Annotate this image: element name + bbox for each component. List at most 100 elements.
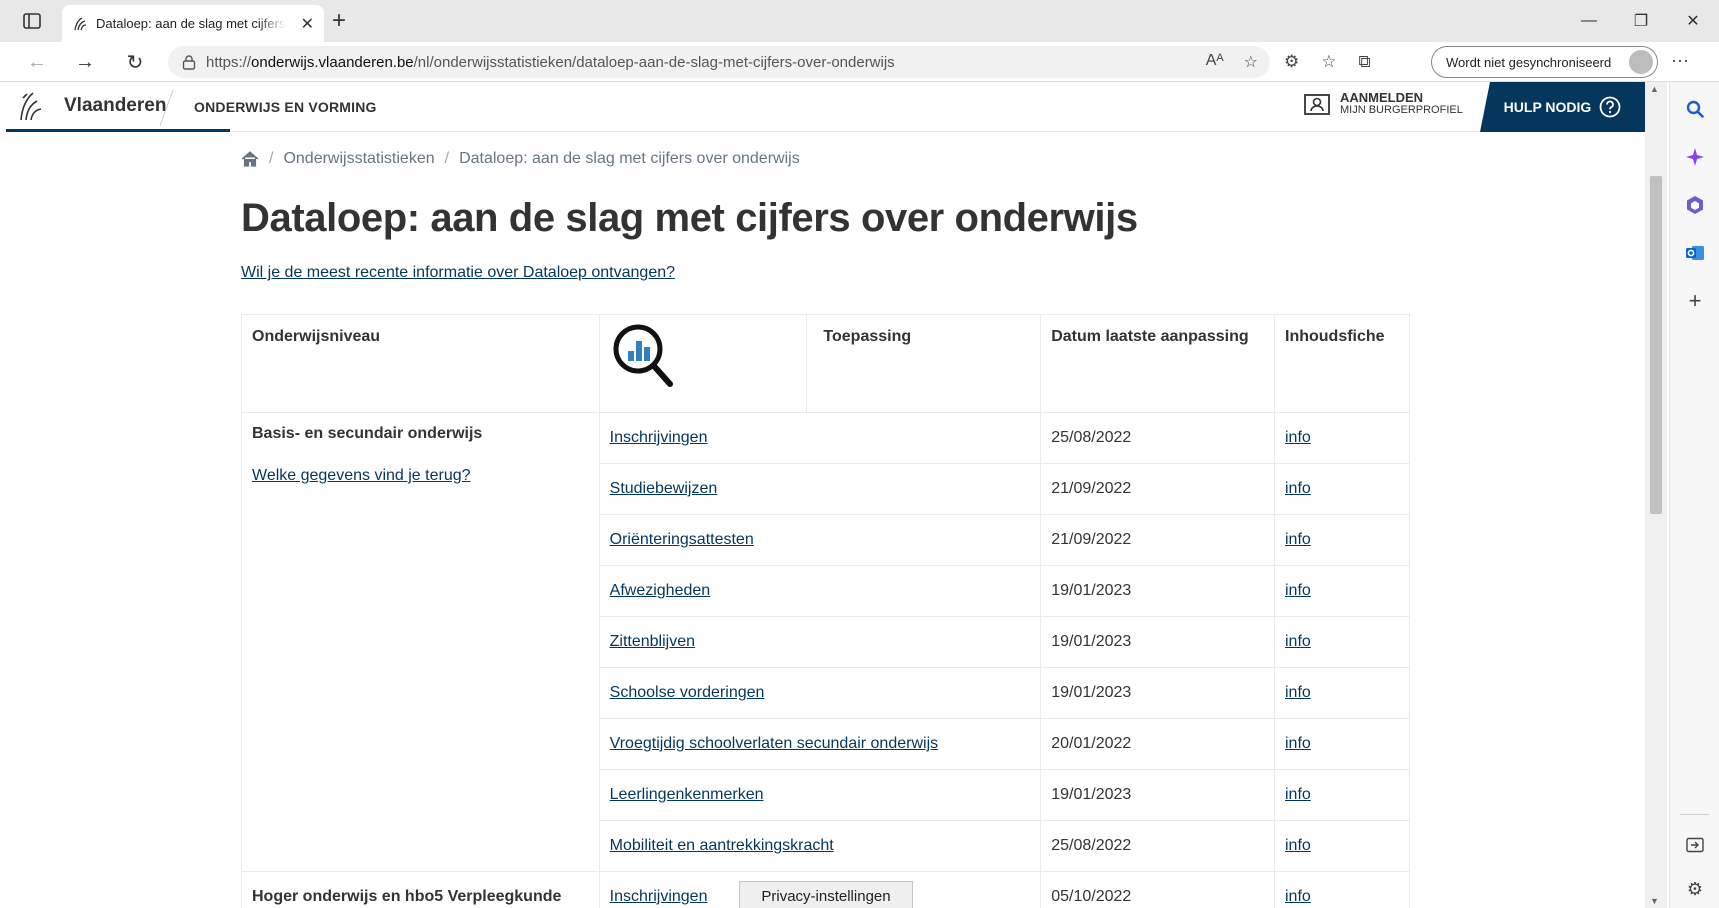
sheet-cell: info <box>1274 514 1410 566</box>
collections-icon[interactable]: ⧉ <box>1359 52 1371 72</box>
lock-icon <box>182 55 196 70</box>
breadcrumb-separator: / <box>444 150 450 167</box>
info-link[interactable]: info <box>1285 837 1311 854</box>
info-link[interactable]: info <box>1285 786 1311 803</box>
sheet-cell: info <box>1274 871 1410 908</box>
close-window-button[interactable]: ✕ <box>1667 0 1719 42</box>
add-sidebar-app-icon[interactable]: + <box>1682 288 1708 314</box>
info-link[interactable]: info <box>1285 735 1311 752</box>
sheet-cell: info <box>1274 565 1410 617</box>
info-link[interactable]: info <box>1285 429 1311 446</box>
question-circle-icon <box>1599 96 1621 118</box>
favorites-icon[interactable]: ☆ <box>1321 52 1336 72</box>
profile-card-icon <box>1304 94 1330 115</box>
tab-strip: Dataloep: aan de slag met cijfers ✕ + — … <box>0 0 1719 42</box>
sheet-cell: info <box>1274 718 1410 770</box>
new-tab-button[interactable]: + <box>332 9 346 33</box>
active-tab[interactable]: Dataloep: aan de slag met cijfers ✕ <box>62 5 324 42</box>
level-title: Hoger onderwijs en hbo5 Verpleegkunde <box>252 888 562 905</box>
app-link[interactable]: Zittenblijven <box>610 633 695 650</box>
date-cell: 25/08/2022 <box>1040 412 1275 464</box>
app-link[interactable]: Schoolse vorderingen <box>610 684 765 701</box>
back-button[interactable]: ← <box>22 49 52 75</box>
window-controls: — ❐ ✕ <box>1563 0 1719 42</box>
app-link[interactable]: Mobiliteit en aantrekkingskracht <box>610 837 834 854</box>
vlaanderen-favicon-icon <box>74 16 87 30</box>
breadcrumb-item-current: Dataloep: aan de slag met cijfers over o… <box>459 150 800 167</box>
tab-actions-icon <box>23 13 41 29</box>
toolbar-icons: ⚙ ☆ ⧉ <box>1284 52 1371 72</box>
info-link[interactable]: info <box>1285 480 1311 497</box>
privacy-settings-button[interactable]: Privacy-instellingen <box>739 881 913 908</box>
app-link[interactable]: Afwezigheden <box>610 582 711 599</box>
info-link[interactable]: info <box>1285 888 1311 905</box>
sheet-cell: info <box>1274 820 1410 872</box>
dataloep-table: Onderwijsniveau Toepassing Datum laatste… <box>241 314 1410 908</box>
app-link[interactable]: Oriënteringsattesten <box>610 531 754 548</box>
add-favorite-icon[interactable]: ☆ <box>1244 52 1258 72</box>
url-path: /nl/onderwijsstatistieken/dataloep-aan-d… <box>413 53 895 71</box>
browser-window: Dataloep: aan de slag met cijfers ✕ + — … <box>0 0 1719 908</box>
app-cell: Mobiliteit en aantrekkingskracht <box>598 820 1042 872</box>
site-header: Vlaanderen ONDERWIJS EN VORMING AANMELDE… <box>6 82 1645 132</box>
login-text: AANMELDEN MIJN BURGERPROFIEL <box>1340 91 1463 117</box>
url-prefix: https:// <box>206 53 252 71</box>
app-cell: Inschrijvingen <box>598 412 1042 464</box>
login-button[interactable]: AANMELDEN MIJN BURGERPROFIEL <box>1304 91 1463 117</box>
tab-actions-button[interactable] <box>18 10 46 32</box>
app-cell: Oriënteringsattesten <box>598 514 1042 566</box>
sidebar-divider <box>1680 814 1710 815</box>
hide-sidebar-icon[interactable] <box>1682 832 1708 858</box>
date-cell: 19/01/2023 <box>1040 565 1275 617</box>
info-link[interactable]: info <box>1285 684 1311 701</box>
level-info-link[interactable]: Welke gegevens vind je terug? <box>252 467 589 485</box>
url-host: onderwijs.vlaanderen.be <box>251 53 414 71</box>
data-magnifier-icon <box>613 324 673 387</box>
breadcrumb-separator: / <box>269 150 274 167</box>
login-line2: MIJN BURGERPROFIEL <box>1340 104 1463 116</box>
gear-icon[interactable]: ⚙ <box>1682 876 1708 902</box>
app-link[interactable]: Leerlingenkenmerken <box>610 786 764 803</box>
sheet-cell: info <box>1274 667 1410 719</box>
profile-button[interactable]: Wordt niet gesynchroniseerd <box>1431 46 1658 78</box>
date-cell: 19/01/2023 <box>1040 616 1275 668</box>
outlook-icon[interactable] <box>1682 240 1708 266</box>
edge-sidebar: + ⚙ <box>1669 82 1719 908</box>
app-link[interactable]: Inschrijvingen <box>610 888 708 905</box>
close-tab-icon[interactable]: ✕ <box>301 14 314 34</box>
breadcrumb-item-statistics[interactable]: Onderwijsstatistieken <box>283 150 434 168</box>
copilot-sparkle-icon[interactable] <box>1682 144 1708 170</box>
info-link[interactable]: info <box>1285 633 1311 650</box>
page-title: Dataloep: aan de slag met cijfers over o… <box>241 196 1138 240</box>
header-level: Onderwijsniveau <box>241 314 600 413</box>
scroll-down-icon[interactable]: ▼ <box>1650 896 1659 906</box>
info-link[interactable]: info <box>1285 582 1311 599</box>
app-cell: Vroegtijdig schoolverlaten secundair ond… <box>598 718 1042 770</box>
help-button[interactable]: HULP NODIG <box>1480 82 1645 132</box>
site-subtitle[interactable]: ONDERWIJS EN VORMING <box>194 99 377 115</box>
home-icon[interactable] <box>241 151 259 167</box>
app-link[interactable]: Vroegtijdig schoolverlaten secundair ond… <box>610 735 938 752</box>
scroll-thumb[interactable] <box>1650 176 1662 514</box>
url-field[interactable]: https://onderwijs.vlaanderen.be/nl/onder… <box>168 46 1270 78</box>
restore-button[interactable]: ❐ <box>1615 0 1667 42</box>
more-options-icon[interactable]: ··· <box>1671 50 1689 71</box>
table-header-row: Onderwijsniveau Toepassing Datum laatste… <box>241 314 1410 413</box>
page-scrollbar[interactable]: ▲ ▼ <box>1645 82 1667 908</box>
app-link[interactable]: Inschrijvingen <box>610 429 708 446</box>
forward-button[interactable]: → <box>70 49 100 75</box>
date-cell: 21/09/2022 <box>1040 463 1275 515</box>
sheet-cell: info <box>1274 616 1410 668</box>
reload-button[interactable]: ↻ <box>120 49 150 75</box>
date-cell: 25/08/2022 <box>1040 820 1275 872</box>
search-icon[interactable] <box>1682 96 1708 122</box>
scroll-up-icon[interactable]: ▲ <box>1650 84 1659 94</box>
app-link[interactable]: Studiebewijzen <box>610 480 718 497</box>
office-icon[interactable] <box>1682 192 1708 218</box>
read-aloud-icon[interactable]: Aᴬ <box>1206 52 1224 72</box>
newsletter-link[interactable]: Wil je de meest recente informatie over … <box>241 264 675 282</box>
minimize-button[interactable]: — <box>1563 0 1615 42</box>
extensions-icon[interactable]: ⚙ <box>1284 52 1299 72</box>
info-link[interactable]: info <box>1285 531 1311 548</box>
app-cell: Schoolse vorderingen <box>598 667 1042 719</box>
